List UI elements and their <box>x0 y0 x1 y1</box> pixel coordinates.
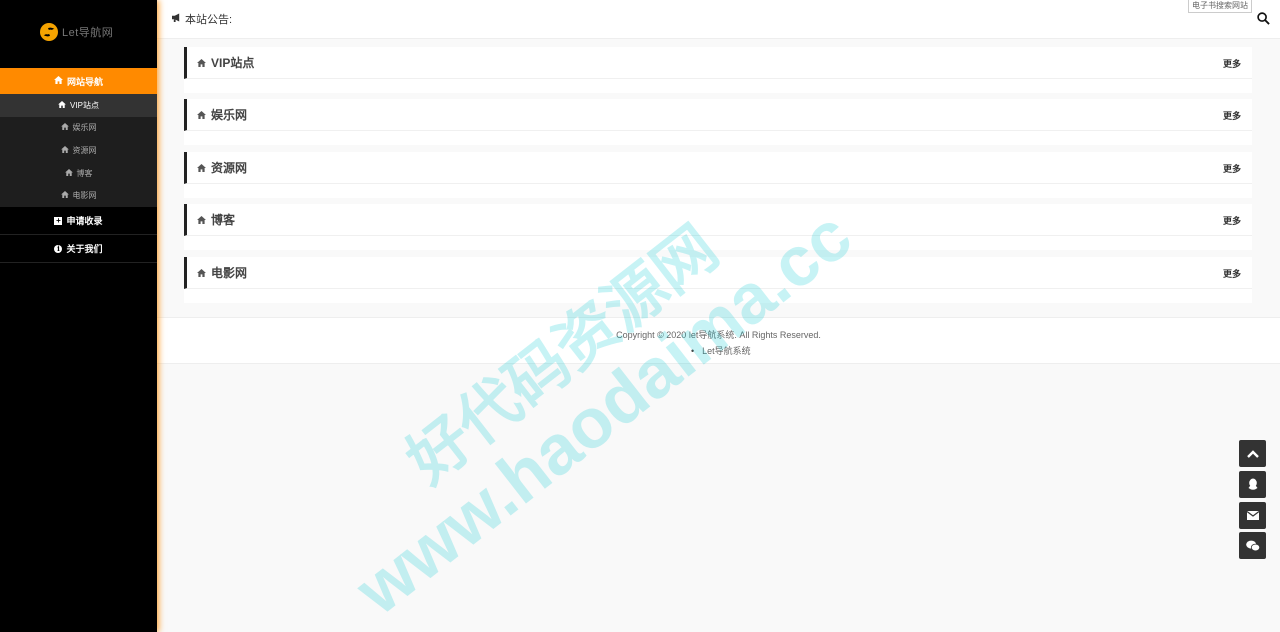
nav-sub-item-label: 电影网 <box>72 191 97 201</box>
nav-sub-item-blog[interactable]: 博客 <box>0 161 157 185</box>
notice: 本站公告: <box>171 11 232 27</box>
more-link[interactable]: 更多 <box>1223 109 1241 122</box>
home-icon <box>197 161 206 175</box>
nav-sub-item-entertainment[interactable]: 娱乐网 <box>0 116 157 140</box>
footer: Copyright © 2020 let导航系统. All Rights Res… <box>157 317 1280 364</box>
qq-icon <box>1248 478 1257 490</box>
megaphone-icon <box>171 13 182 25</box>
section-header: VIP站点 更多 <box>184 47 1252 79</box>
nav-sub-list: VIP站点 娱乐网 资源网 博客 电影网 <box>0 94 157 207</box>
more-link[interactable]: 更多 <box>1223 267 1241 280</box>
more-link[interactable]: 更多 <box>1223 162 1241 175</box>
home-icon <box>60 191 69 200</box>
copyright-text: Copyright © 2020 let导航系统. All Rights Res… <box>616 330 821 340</box>
qq-button[interactable] <box>1239 471 1266 498</box>
chevron-up-icon <box>1246 449 1259 458</box>
section-title-text: 资源网 <box>211 161 248 175</box>
back-to-top-button[interactable] <box>1239 440 1266 467</box>
section-header: 娱乐网 更多 <box>184 99 1252 131</box>
plus-square-icon: + <box>54 215 63 225</box>
nav-about-label: 关于我们 <box>66 244 103 254</box>
section-title: VIP站点 <box>197 54 254 71</box>
nav-sub-item-vip[interactable]: VIP站点 <box>0 94 157 117</box>
home-icon <box>58 100 66 110</box>
section-title: 博客 <box>197 211 235 228</box>
info-icon: i <box>54 244 63 253</box>
email-button[interactable] <box>1239 502 1266 529</box>
nav-site-navigation-label: 网站导航 <box>66 76 103 87</box>
envelope-icon <box>1246 511 1259 520</box>
logo-text: Let导航网 <box>62 27 114 39</box>
section-title: 资源网 <box>197 159 247 176</box>
site-logo[interactable]: Let导航网 <box>40 20 113 44</box>
home-icon <box>54 76 63 86</box>
top-bar: 本站公告: 电子书搜索网站 <box>157 0 1280 39</box>
nav-sub-item-label: 资源网 <box>72 145 97 155</box>
wechat-button[interactable] <box>1239 532 1266 559</box>
nav-sub-item-movies[interactable]: 电影网 <box>0 184 157 207</box>
wechat-icon <box>1245 540 1260 551</box>
nav-sub-item-resources[interactable]: 资源网 <box>0 139 157 162</box>
home-icon <box>197 108 206 122</box>
home-icon <box>60 123 69 132</box>
section-title: 电影网 <box>197 264 247 281</box>
section-header: 电影网 更多 <box>184 257 1252 289</box>
nav-site-navigation[interactable]: 网站导航 <box>0 68 157 94</box>
nav-about[interactable]: i 关于我们 <box>0 235 157 263</box>
section-entertainment: 娱乐网 更多 <box>184 99 1252 145</box>
nav-sub-item-label: 博客 <box>76 168 93 178</box>
section-title: 娱乐网 <box>197 106 247 123</box>
home-icon <box>64 168 73 178</box>
section-blog: 博客 更多 <box>184 204 1252 250</box>
section-title-text: 娱乐网 <box>211 108 248 122</box>
home-icon <box>197 56 206 70</box>
section-header: 资源网 更多 <box>184 152 1252 184</box>
nav-apply[interactable]: + 申请收录 <box>0 207 157 235</box>
more-link[interactable]: 更多 <box>1223 214 1241 227</box>
section-title-text: 博客 <box>211 213 236 227</box>
section-title-text: VIP站点 <box>211 56 255 70</box>
section-resources: 资源网 更多 <box>184 152 1252 198</box>
footer-link[interactable]: Let导航系统 <box>691 344 751 357</box>
sidebar: Let导航网 网站导航 VIP站点 娱乐网 资源网 博客 电影网 + 申请收录 … <box>0 0 157 632</box>
more-link[interactable]: 更多 <box>1223 57 1241 70</box>
home-icon <box>60 145 69 155</box>
nav-apply-label: 申请收录 <box>66 216 103 226</box>
home-icon <box>197 213 206 227</box>
section-movies: 电影网 更多 <box>184 257 1252 303</box>
nav-sub-item-label: VIP站点 <box>70 100 99 110</box>
section-vip: VIP站点 更多 <box>184 47 1252 93</box>
logo-icon <box>40 23 58 41</box>
search-tooltip: 电子书搜索网站 <box>1188 0 1252 13</box>
section-title-text: 电影网 <box>211 266 248 280</box>
nav-sub-item-label: 娱乐网 <box>72 123 97 133</box>
search-icon[interactable] <box>1257 12 1270 25</box>
section-header: 博客 更多 <box>184 204 1252 236</box>
notice-label: 本站公告: <box>185 14 233 26</box>
home-icon <box>197 266 206 280</box>
